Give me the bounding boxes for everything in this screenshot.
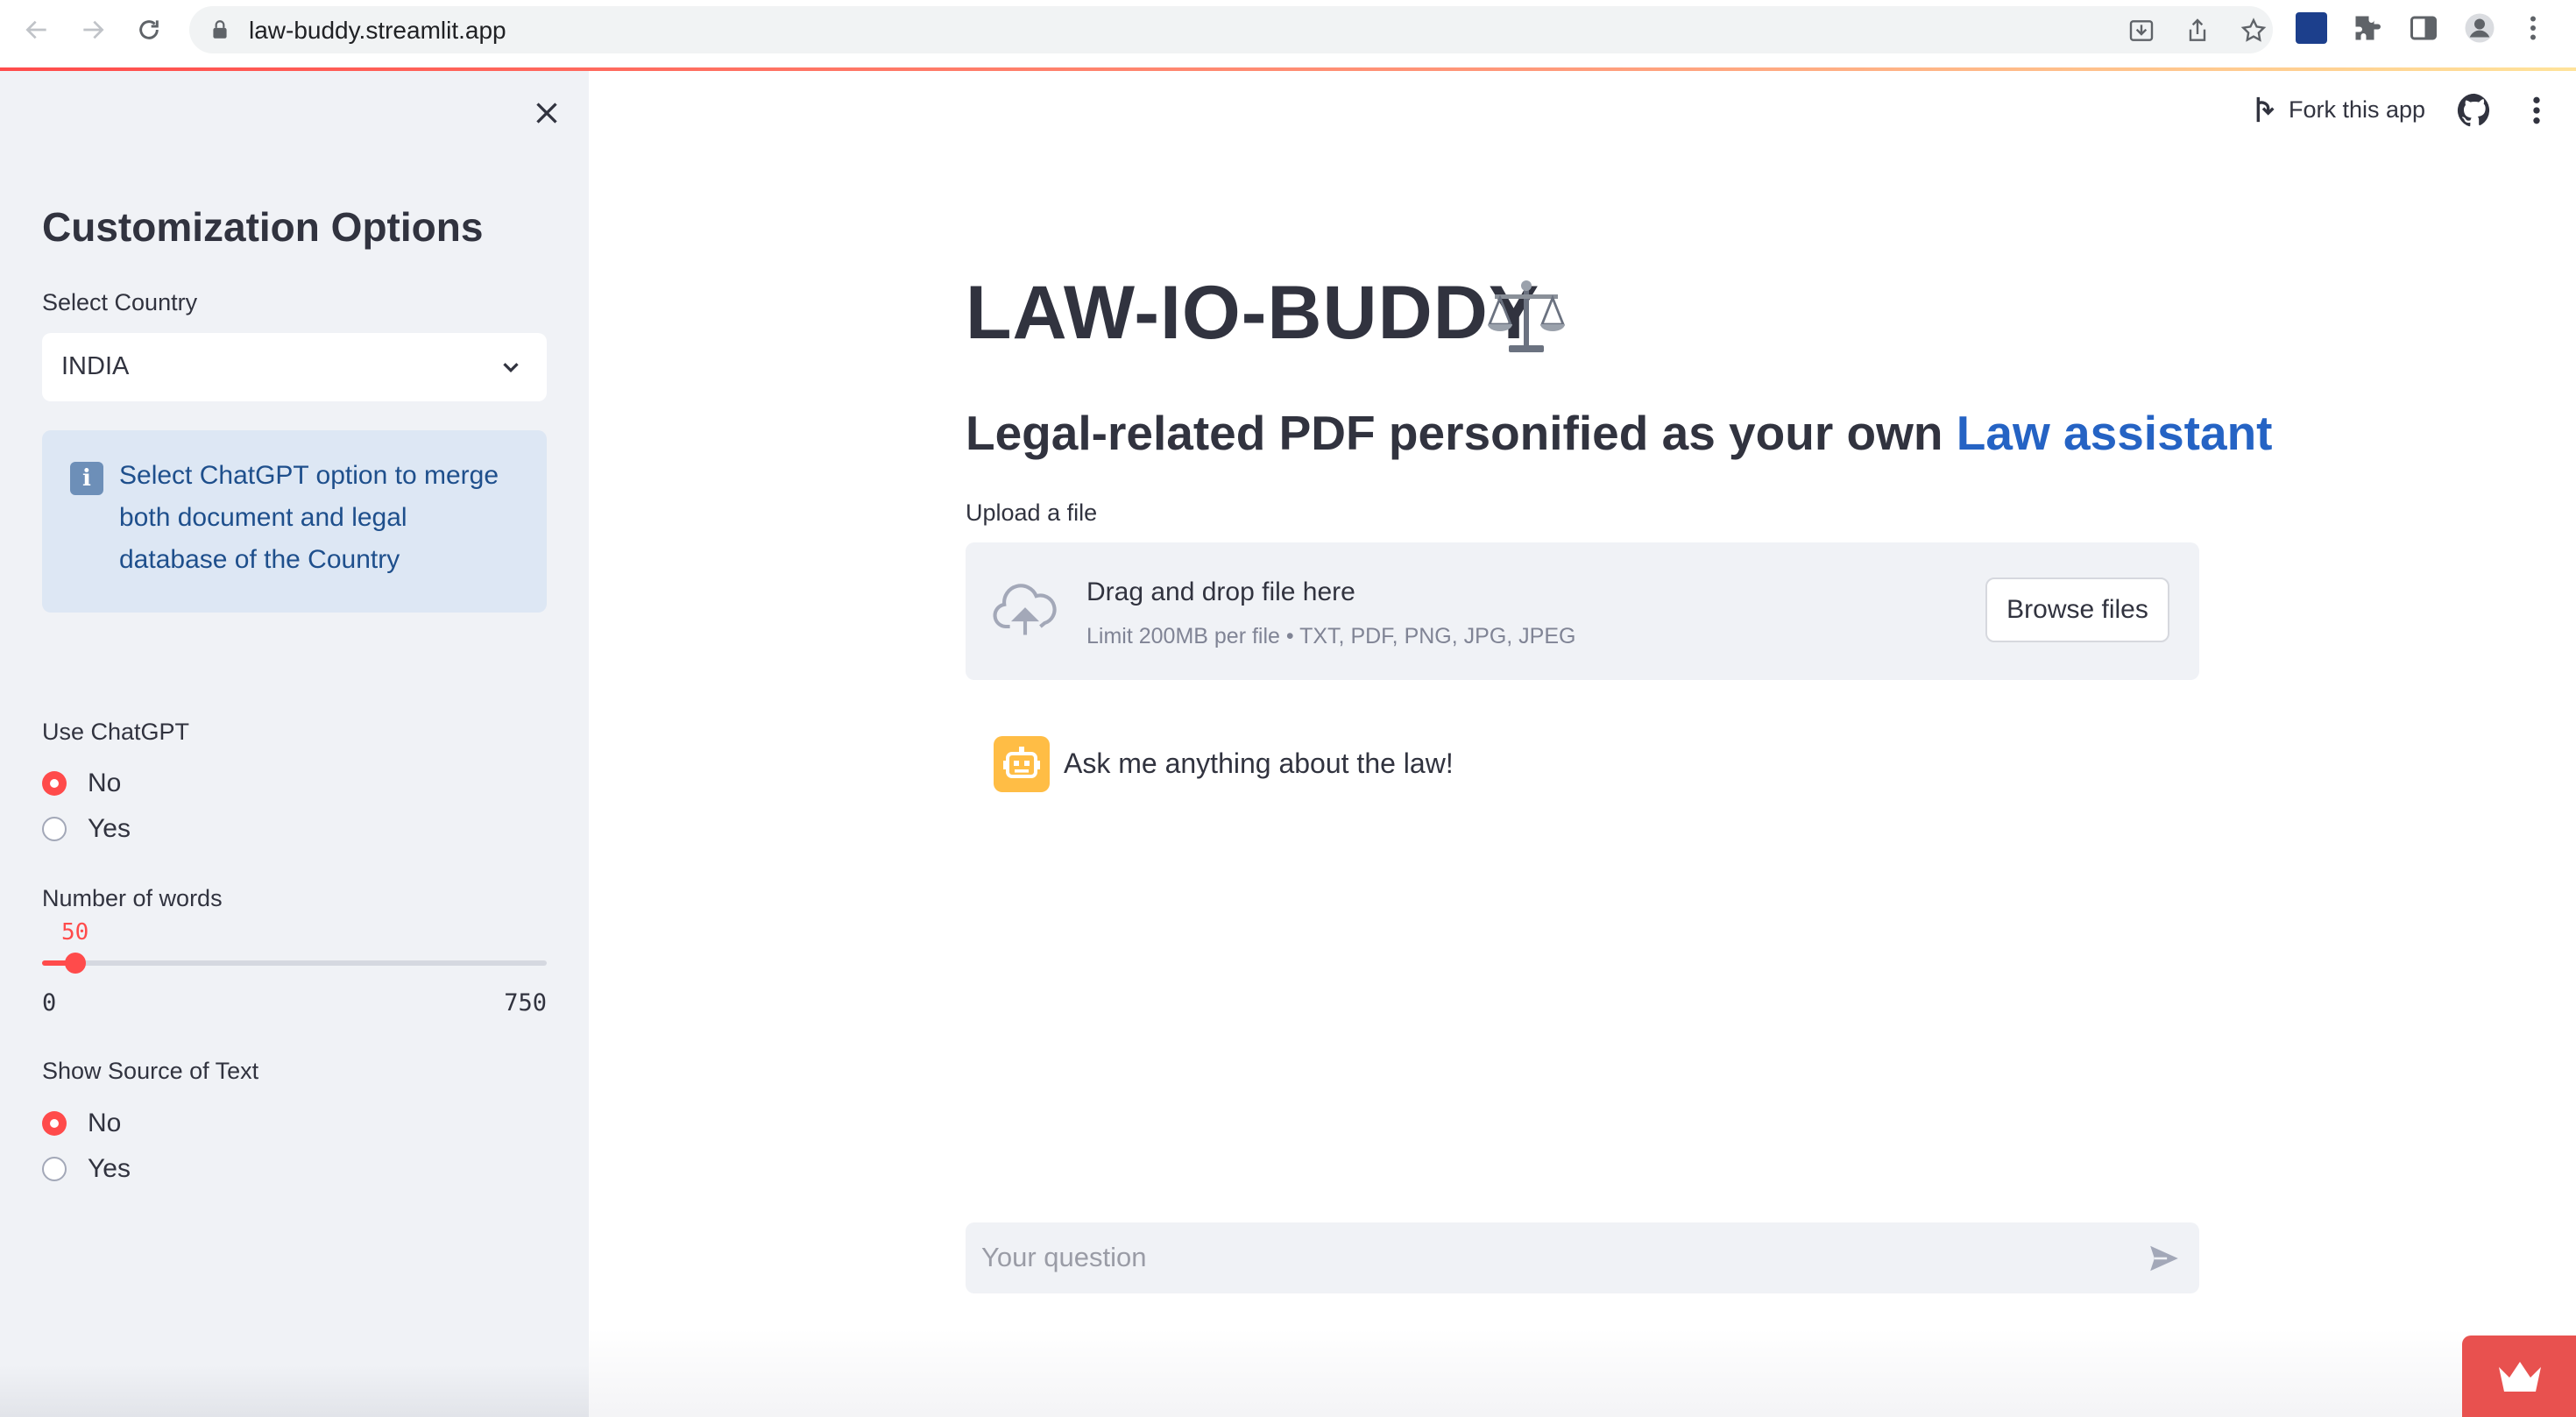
profile-icon[interactable] [2464, 12, 2495, 44]
question-input[interactable]: Your question [966, 1222, 2199, 1293]
lock-icon [213, 20, 227, 39]
radio-label: Yes [88, 1154, 131, 1183]
radio-unselected [42, 1157, 67, 1181]
file-dropzone[interactable]: Drag and drop file here Limit 200MB per … [966, 542, 2199, 680]
use-chatgpt-yes[interactable]: Yes [42, 811, 131, 847]
share-icon[interactable] [2183, 17, 2212, 45]
words-label: Number of words [42, 885, 223, 911]
radio-unselected [42, 817, 67, 841]
page-subtitle: Legal-related PDF personified as your ow… [966, 405, 2272, 461]
fork-icon [2256, 96, 2275, 123]
browser-toolbar: law-buddy.streamlit.app [0, 0, 2576, 67]
scales-icon [1487, 280, 1566, 352]
sidebar: Customization Options Select Country IND… [0, 71, 589, 1417]
info-text: Select ChatGPT option to merge both docu… [119, 461, 499, 574]
chevron-down-icon [503, 363, 519, 373]
puzzle-icon[interactable] [2352, 12, 2383, 44]
upload-label: Upload a file [966, 499, 1098, 526]
more-icon[interactable] [2523, 93, 2550, 128]
sidebar-bottom-shadow [0, 1364, 589, 1417]
robot-icon [994, 736, 1050, 792]
url-text: law-buddy.streamlit.app [249, 17, 506, 44]
country-label: Select Country [42, 289, 198, 315]
back-icon[interactable] [19, 12, 54, 47]
radio-label: No [88, 1109, 122, 1137]
use-chatgpt-no[interactable]: No [42, 766, 121, 801]
page-title: LAW-IO-BUDDY [966, 271, 1540, 355]
show-source-no[interactable]: No [42, 1106, 121, 1141]
info-alert: i Select ChatGPT option to merge both do… [42, 430, 547, 613]
sidepanel-icon[interactable] [2408, 12, 2439, 44]
info-icon: i [70, 462, 103, 495]
subtitle-accent: Law assistant [1956, 406, 2273, 460]
country-value: INDIA [61, 352, 130, 380]
send-icon[interactable] [2147, 1242, 2182, 1275]
subtitle-text: Legal-related PDF personified as your ow… [966, 406, 1957, 460]
assistant-message: Ask me anything about the law! [1064, 747, 1454, 779]
slider-thumb[interactable] [65, 953, 86, 974]
words-slider-min: 0 [42, 989, 57, 1017]
use-chatgpt-label: Use ChatGPT [42, 719, 190, 745]
sidebar-title: Customization Options [42, 204, 484, 250]
words-slider-max: 750 [504, 989, 547, 1017]
country-select[interactable]: INDIA [42, 333, 547, 401]
dropzone-limits: Limit 200MB per file • TXT, PDF, PNG, JP… [1086, 624, 1576, 648]
menu-icon[interactable] [2522, 12, 2544, 44]
address-bar[interactable]: law-buddy.streamlit.app [189, 6, 2273, 53]
fork-app-button[interactable]: Fork this app [2250, 95, 2425, 124]
radio-label: Yes [88, 814, 131, 843]
radio-selected [42, 1111, 67, 1136]
crown-icon [2499, 1362, 2541, 1392]
radio-label: No [88, 769, 122, 797]
forward-icon[interactable] [75, 12, 110, 47]
words-slider-value: 50 [61, 919, 89, 946]
question-placeholder: Your question [981, 1242, 1147, 1272]
radio-selected [42, 771, 67, 796]
reload-icon[interactable] [131, 12, 166, 47]
fork-label: Fork this app [2289, 96, 2426, 123]
browse-files-button[interactable]: Browse files [1985, 577, 2169, 642]
download-icon[interactable] [2127, 17, 2155, 45]
words-slider[interactable] [42, 953, 547, 974]
cloud-upload-icon [993, 584, 1057, 635]
dropzone-title: Drag and drop file here [1086, 577, 1355, 606]
show-source-yes[interactable]: Yes [42, 1151, 131, 1187]
github-icon[interactable] [2457, 93, 2492, 128]
extension-icon[interactable] [2296, 12, 2327, 44]
show-source-label: Show Source of Text [42, 1058, 259, 1084]
close-icon[interactable] [531, 97, 563, 129]
star-icon[interactable] [2240, 17, 2268, 45]
bottom-fade [589, 1329, 2576, 1417]
streamlit-badge[interactable] [2462, 1336, 2576, 1417]
